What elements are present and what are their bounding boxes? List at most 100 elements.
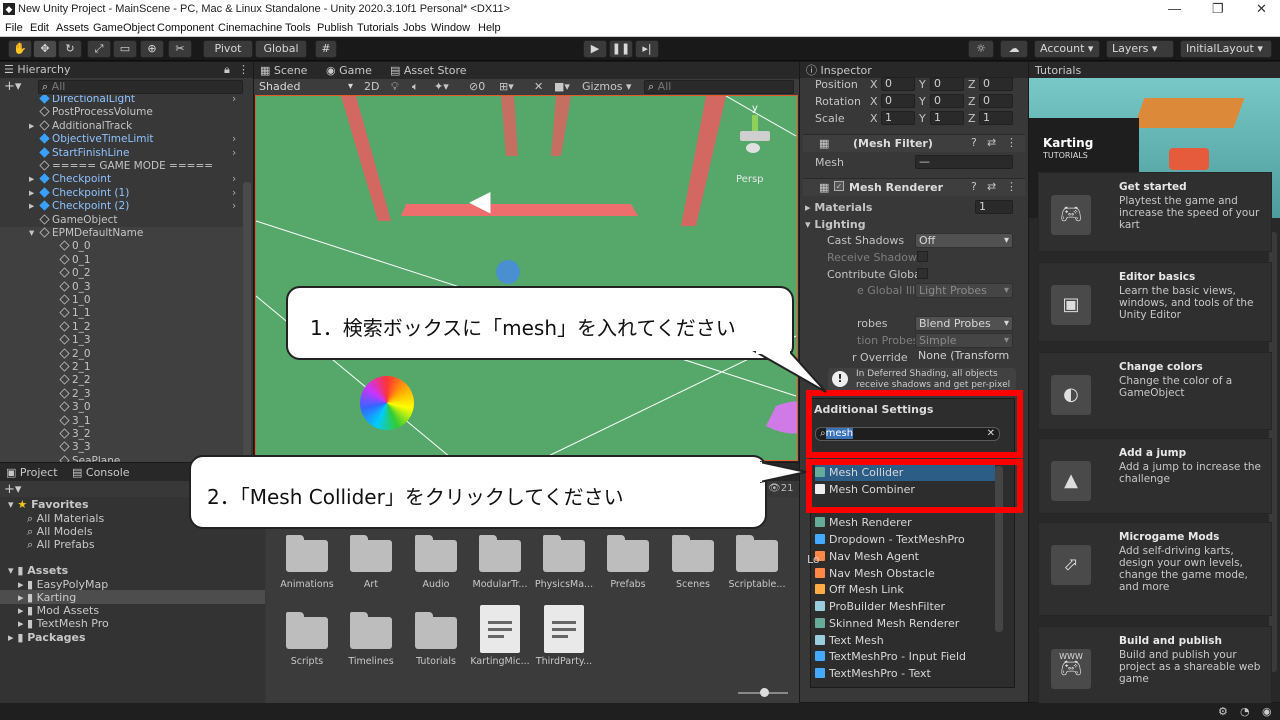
hierarchy-item[interactable]: 2_2 [0,374,250,388]
menu-help[interactable]: Help [478,22,501,34]
inspector-tab[interactable]: ⓘ Inspector [806,63,872,79]
light-probes-dropdown[interactable]: Blend Probes [915,316,1013,331]
materials-foldout[interactable]: ▸ Materials [805,201,872,214]
scale-x-field[interactable]: 1 [881,111,915,125]
folder-icon[interactable] [350,535,392,572]
tab-game[interactable]: ◉ Game [326,63,372,79]
menu-assets[interactable]: Assets [56,22,89,34]
favorites-header[interactable]: ▾ ★ Favorites [8,498,89,511]
custom-tool-icon[interactable]: ✂ [168,40,192,58]
minimize-icon[interactable]: — [1168,1,1181,16]
prefab-open-icon[interactable]: › [232,173,236,186]
tab-asset-store[interactable]: ▤ Asset Store [390,63,467,79]
menu-tutorials[interactable]: Tutorials [357,22,399,34]
pivot-toggle[interactable]: Pivot [203,40,253,58]
hierarchy-item[interactable]: 2_1 [0,361,250,375]
menu-publish[interactable]: Publish [317,22,353,34]
menu-tools[interactable]: Tools [285,22,311,34]
component-result-item[interactable]: TextMeshPro - Input Field [815,649,995,665]
persp-label[interactable]: Persp [736,174,764,185]
hierarchy-item[interactable]: 1_2 [0,320,250,335]
reflection-probes-dropdown[interactable]: Simple [915,333,1013,348]
hierarchy-item[interactable]: 3_1 [0,414,250,428]
hand-tool-icon[interactable]: ✋ [8,40,32,58]
expand-arrow-icon[interactable]: ▸ [29,120,39,133]
transform-tool-icon[interactable]: ⊕ [140,40,164,58]
receive-shadows-checkbox[interactable] [917,251,928,262]
cast-shadows-dropdown[interactable]: Off [915,233,1013,248]
hierarchy-search-input[interactable]: ⌕ All [38,80,243,94]
tab-console[interactable]: ▤ Console [72,465,130,481]
audio-icon[interactable]: 🔈︎ [412,79,419,95]
hierarchy-item[interactable]: 2_0 [0,347,250,361]
lighting-foldout[interactable]: ▾ Lighting [805,218,866,231]
zoom-slider-handle[interactable] [760,688,769,697]
favorite-all-models[interactable]: ⌕ All Models [27,525,93,539]
expand-arrow-icon[interactable]: ▸ [29,200,39,213]
tutorials-tab[interactable]: Tutorials [1035,63,1081,79]
tutorial-card-editor-basics[interactable]: ▣ Editor basics Learn the basic views, win… [1038,262,1272,342]
menu-gameobject[interactable]: GameObject [93,22,155,34]
materials-count-field[interactable]: 1 [975,200,1013,214]
prefab-open-icon[interactable]: › [232,147,236,160]
hierarchy-item[interactable]: 0_2 [0,267,250,281]
hierarchy-tab[interactable]: ☰ Hierarchy [4,62,71,78]
component-result-item[interactable]: Off Mesh Link [815,582,995,598]
receive-gi-dropdown[interactable]: Light Probes [915,283,1013,298]
lock-icon[interactable]: 🔒︎ [224,62,230,78]
create-plus-icon[interactable]: +▾ [4,79,21,94]
hierarchy-item[interactable]: 0_1 [0,253,250,268]
collab-icon[interactable]: ☼ [968,40,994,58]
hierarchy-item[interactable]: ▸ Checkpoint › [0,173,250,186]
hierarchy-item[interactable]: 1_3 [0,334,250,348]
help-icon[interactable]: ? [971,180,977,193]
mesh-field[interactable]: — [915,155,1013,169]
hierarchy-item[interactable]: 1_0 [0,294,250,308]
contribute-global-checkbox[interactable] [917,268,928,279]
hierarchy-item[interactable]: 2_3 [0,387,250,402]
close-icon[interactable]: ✕ [1256,1,1267,17]
rotate-tool-icon[interactable]: ↻ [58,40,82,58]
rotation-z-field[interactable]: 0 [979,94,1013,108]
assets-header[interactable]: ▾ ▮ Assets [8,564,68,577]
rotation-x-field[interactable]: 0 [881,94,915,108]
menu-window[interactable]: Window [431,22,470,34]
packages-header[interactable]: ▸ ▮ Packages [8,631,86,644]
hierarchy-item[interactable]: ===== GAME MODE ===== [0,160,250,173]
scale-y-field[interactable]: 1 [930,111,964,125]
favorite-all-prefabs[interactable]: ⌕ All Prefabs [27,538,95,552]
component-menu-icon[interactable]: ⋮ [1006,136,1017,149]
cloud-icon[interactable]: ☁ [1000,40,1028,58]
tutorial-card-build-and-publish[interactable]: WWW 🎮︎ Build and publish Build and publish … [1038,626,1272,704]
text-file-icon[interactable] [480,605,520,653]
hierarchy-item[interactable]: 0_0 [0,240,250,254]
panel-menu-icon[interactable]: ⋮ [238,62,249,78]
folder-icon[interactable] [543,535,585,572]
gizmos-dropdown[interactable]: Gizmos ▾ [582,79,632,95]
folder-icon[interactable] [350,612,392,649]
bug-report-icon[interactable]: ⚙ [1218,705,1228,718]
anchor-override-field[interactable]: None (Transform [915,350,1013,364]
component-result-item[interactable]: Nav Mesh Agent [815,549,995,565]
rotation-y-field[interactable]: 0 [930,94,964,108]
hidden-objects-icon[interactable]: ⊘0 [469,79,485,95]
expand-arrow-icon[interactable]: ▾ [29,227,39,240]
light-icon[interactable]: 💡︎ [391,79,399,95]
maximize-icon[interactable]: ❐ [1212,1,1224,17]
hierarchy-item[interactable]: DirectionalLight › [0,95,250,106]
grid-icon[interactable]: ⊞▾ [499,79,514,95]
scene-search-input[interactable]: ⌕ All [644,80,794,94]
folder-icon[interactable] [736,535,778,572]
hierarchy-item[interactable]: ▸ Checkpoint (1) › [0,187,250,200]
hierarchy-item[interactable]: ▸ Checkpoint (2) › [0,200,250,213]
layout-dropdown[interactable]: InitialLayout ▾ [1180,40,1272,58]
menu-component[interactable]: Component [157,22,214,34]
global-toggle[interactable]: Global [255,40,307,58]
prefab-open-icon[interactable]: › [232,200,236,213]
scene-viewport[interactable]: ◀ y Persp [255,95,798,461]
menu-edit[interactable]: Edit [30,22,49,34]
component-result-item[interactable]: ProBuilder MeshFilter [815,599,995,615]
account-dropdown[interactable]: Account ▾ [1034,40,1100,58]
mode-2d-toggle[interactable]: 2D [364,79,379,95]
menu-file[interactable]: File [5,22,23,34]
